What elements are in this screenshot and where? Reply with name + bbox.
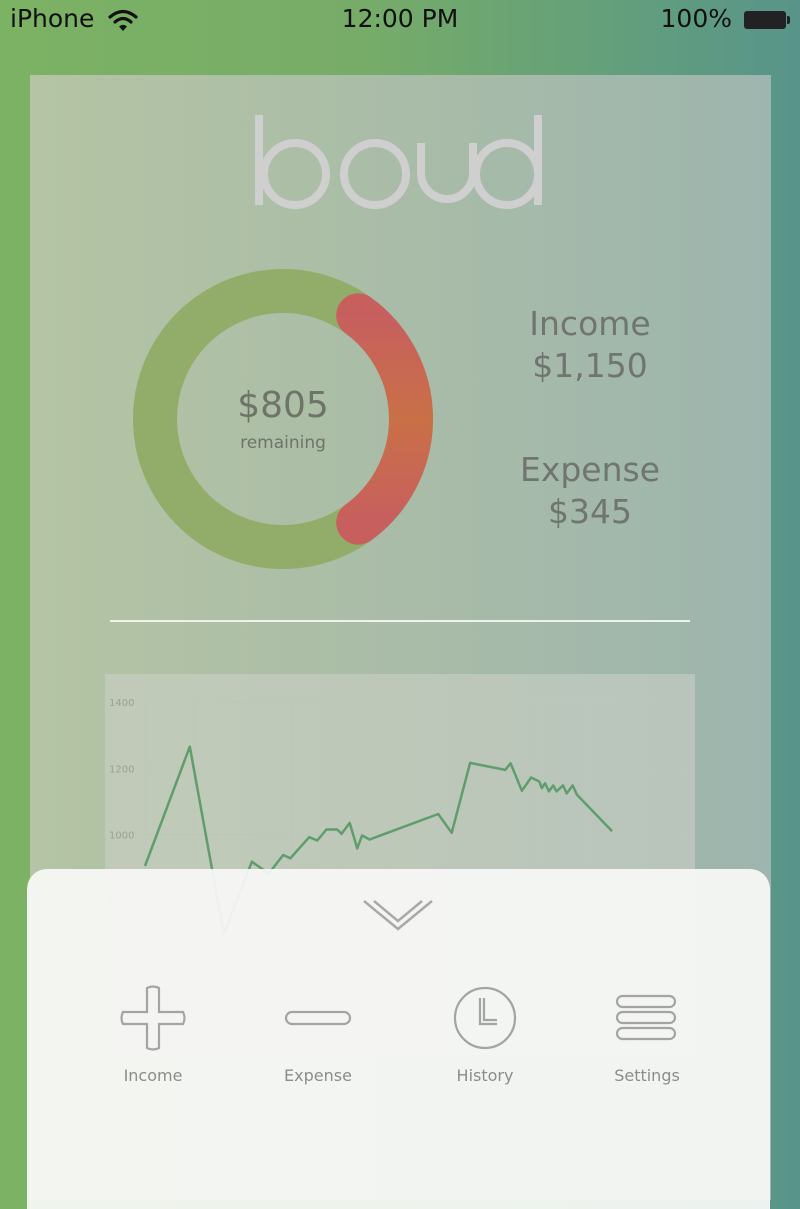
- expense-value: $345: [548, 492, 632, 531]
- income-nav-label: Income: [123, 1066, 183, 1085]
- status-bar: iPhone 12:00 PM 100%: [0, 0, 800, 40]
- bottom-drawer: Income Expense History Settings: [27, 869, 770, 1209]
- divider: [110, 620, 690, 622]
- y-tick-label: 1200: [109, 764, 134, 775]
- income-label: Income: [529, 304, 651, 343]
- svg-text:bound: bound: [255, 113, 259, 114]
- battery-percentage: 100%: [660, 4, 732, 33]
- clock-icon: [453, 986, 517, 1050]
- chevron-down-icon[interactable]: [362, 899, 434, 933]
- menu-icon: [615, 994, 677, 1041]
- plus-icon: [120, 985, 186, 1051]
- settings-button[interactable]: Settings: [582, 984, 712, 1094]
- settings-nav-label: Settings: [614, 1066, 680, 1085]
- expense-label: Expense: [519, 450, 661, 489]
- remaining-amount: $805: [237, 385, 329, 426]
- add-income-button[interactable]: Income: [88, 984, 218, 1094]
- y-tick-label: 1400: [109, 698, 134, 709]
- app-logo: bound: [255, 113, 542, 209]
- income-value: $1,150: [532, 346, 648, 385]
- history-button[interactable]: History: [420, 984, 550, 1094]
- battery-icon: [744, 11, 790, 29]
- expense-nav-label: Expense: [284, 1066, 352, 1085]
- expense-summary: Expense $345: [475, 449, 705, 533]
- remaining-label: remaining: [240, 433, 326, 453]
- add-expense-button[interactable]: Expense: [253, 984, 383, 1094]
- y-tick-label: 1000: [109, 831, 134, 842]
- income-summary: Income $1,150: [475, 303, 705, 387]
- minus-icon: [284, 1010, 352, 1026]
- history-nav-label: History: [456, 1066, 514, 1085]
